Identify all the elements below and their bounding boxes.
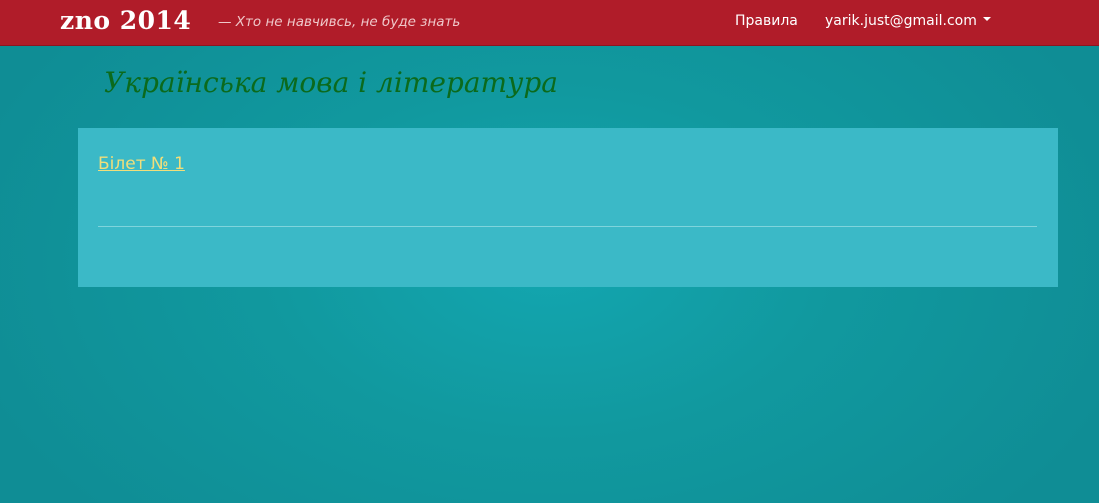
caret-down-icon (982, 17, 991, 21)
top-navbar: zno 2014 — Хто не навчивсь, не буде знат… (0, 0, 1099, 46)
tickets-panel: Білет № 1 (78, 128, 1058, 287)
brand-tagline: — Хто не навчивсь, не буде знать (218, 14, 461, 30)
nav-rules-link[interactable]: Правила (735, 13, 798, 29)
ticket-link-1[interactable]: Білет № 1 (98, 154, 185, 174)
user-email: yarik.just@gmail.com (825, 13, 977, 29)
brand-logo[interactable]: zno 2014 (60, 6, 191, 35)
page-title: Українська мова і література (104, 66, 558, 99)
user-menu-dropdown[interactable]: yarik.just@gmail.com (825, 13, 991, 29)
panel-divider (98, 226, 1037, 227)
